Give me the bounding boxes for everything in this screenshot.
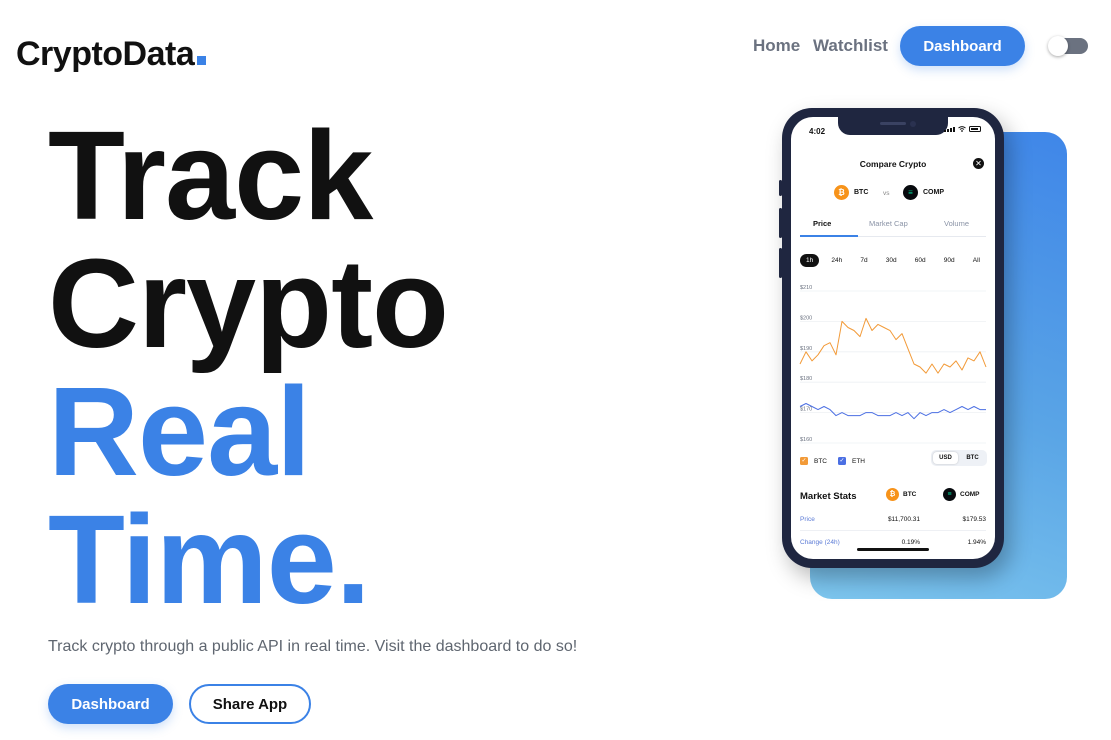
signal-icon — [944, 126, 955, 132]
stats-label: Change (24h) — [800, 539, 840, 546]
y-tick-label: $180 — [800, 376, 812, 382]
nav-home-link[interactable]: Home — [753, 36, 800, 56]
tab-market-cap[interactable]: Market Cap — [869, 219, 908, 228]
nav-dashboard-button[interactable]: Dashboard — [900, 26, 1025, 66]
series-line-btc — [799, 317, 987, 374]
theme-toggle[interactable] — [1048, 36, 1088, 56]
phone-side-button — [779, 248, 782, 278]
status-time: 4:02 — [809, 127, 826, 136]
range-90d[interactable]: 90d — [938, 254, 961, 267]
range-60d[interactable]: 60d — [909, 254, 932, 267]
hero-headline-line-3: Real — [48, 361, 311, 502]
nav-watchlist-link[interactable]: Watchlist — [813, 36, 888, 56]
compare-title: Compare Crypto — [859, 159, 927, 169]
battery-icon — [969, 126, 981, 132]
compound-icon: ≡ — [943, 488, 956, 501]
checkbox-icon: ✓ — [800, 457, 808, 465]
y-tick-label: $170 — [800, 407, 812, 413]
range-7d[interactable]: 7d — [854, 254, 873, 267]
stats-value-a: 0.19% — [901, 539, 920, 546]
compound-icon: ≡ — [903, 185, 918, 200]
range-30d[interactable]: 30d — [880, 254, 903, 267]
status-icons — [944, 126, 981, 132]
currency-btc[interactable]: BTC — [960, 452, 985, 464]
stats-value-a: $11,700.31 — [887, 516, 920, 523]
range-1h[interactable]: 1h — [800, 254, 820, 267]
phone-notch — [838, 117, 948, 135]
time-range-selector: 1h 24h 7d 30d 60d 90d All — [800, 254, 986, 267]
legend-btc[interactable]: ✓ BTC — [800, 457, 827, 465]
hero-headline-line-4: Time. — [48, 489, 371, 630]
legend-eth[interactable]: ✓ ETH — [838, 457, 865, 465]
toggle-knob — [1048, 36, 1068, 56]
checkbox-icon: ✓ — [838, 457, 846, 465]
y-tick-label: $190 — [800, 346, 812, 352]
wifi-icon — [958, 126, 966, 132]
bitcoin-icon: ₿ — [834, 185, 849, 200]
market-stats-coin-a: ₿ BTC — [886, 488, 916, 501]
logo-dot — [197, 56, 207, 65]
phone-mockup: 4:02 Compare Crypto ✕ ₿ BTC vs ≡ COMP Pr… — [779, 108, 1004, 568]
vs-label: vs — [883, 190, 890, 197]
stats-divider — [800, 530, 986, 531]
range-24h[interactable]: 24h — [825, 254, 848, 267]
home-indicator — [857, 548, 929, 551]
coin-b-selector[interactable]: ≡ COMP — [903, 185, 944, 200]
tab-volume[interactable]: Volume — [944, 219, 969, 228]
stats-label: Price — [800, 516, 815, 523]
hero-subtitle: Track crypto through a public API in rea… — [48, 638, 578, 655]
coin-a-selector[interactable]: ₿ BTC — [834, 185, 868, 200]
phone-side-button — [779, 208, 782, 238]
y-tick-label: $200 — [800, 315, 812, 321]
currency-usd[interactable]: USD — [933, 452, 958, 464]
currency-toggle: USD BTC — [931, 450, 987, 466]
stats-value-b: 1.94% — [967, 539, 986, 546]
phone-side-button — [779, 180, 782, 196]
y-tick-label: $160 — [800, 437, 812, 443]
active-tab-indicator — [800, 235, 858, 237]
price-chart: $210 $200 $190 $180 $170 $160 — [799, 285, 987, 444]
y-tick-label: $210 — [800, 285, 812, 291]
brand-logo[interactable]: CryptoData — [16, 34, 207, 74]
phone-screen: 4:02 Compare Crypto ✕ ₿ BTC vs ≡ COMP Pr… — [791, 117, 995, 559]
series-line-eth — [799, 403, 986, 420]
hero-dashboard-button[interactable]: Dashboard — [48, 684, 173, 724]
hero-headline-line-1: Track — [48, 105, 373, 246]
market-stats-coin-b: ≡ COMP — [943, 488, 980, 501]
close-icon[interactable]: ✕ — [973, 158, 984, 169]
range-all[interactable]: All — [967, 254, 986, 267]
hero-headline-line-2: Crypto — [48, 233, 449, 374]
bitcoin-icon: ₿ — [886, 488, 899, 501]
stats-value-b: $179.53 — [962, 516, 987, 523]
market-stats-title: Market Stats — [800, 491, 857, 502]
share-app-button[interactable]: Share App — [189, 684, 311, 724]
tab-price[interactable]: Price — [813, 219, 831, 228]
